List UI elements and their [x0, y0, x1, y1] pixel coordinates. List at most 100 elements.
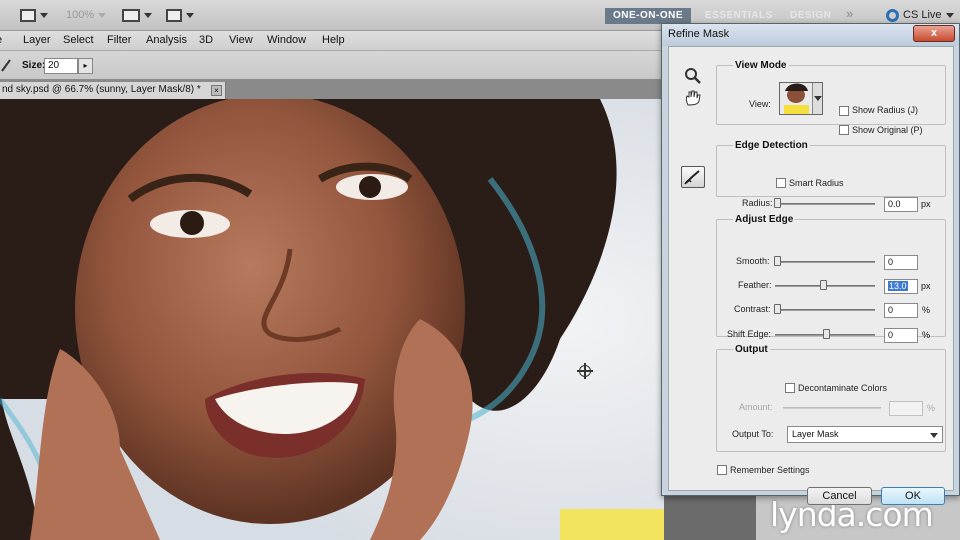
portrait-photo: [0, 99, 664, 540]
feather-input[interactable]: 13.0: [884, 279, 918, 294]
brush-cursor-icon: [577, 363, 593, 379]
edge-detection-group: Edge Detection: [716, 140, 946, 197]
launch-bridge-button[interactable]: [20, 6, 48, 24]
chevron-down-icon: [144, 12, 152, 18]
zoom-tool-icon[interactable]: [683, 67, 703, 85]
shift-edge-input[interactable]: 0: [884, 328, 918, 343]
amount-slider: [783, 407, 881, 409]
amount-input: [889, 401, 923, 416]
view-mode-title: View Mode: [733, 60, 789, 71]
radius-label: Radius:: [742, 198, 773, 208]
refine-mask-dialog: Refine Mask x View Mode View: Show Radiu…: [661, 23, 960, 505]
edge-detection-title: Edge Detection: [733, 140, 810, 151]
contrast-unit: %: [922, 305, 931, 315]
document-canvas[interactable]: [0, 99, 664, 540]
smooth-input[interactable]: 0: [884, 255, 918, 270]
output-title: Output: [733, 344, 770, 355]
decontaminate-colors-label: Decontaminate Colors: [798, 383, 888, 393]
refine-radius-tool-button[interactable]: [681, 166, 705, 188]
menu-help[interactable]: Help: [322, 34, 345, 46]
close-button[interactable]: x: [913, 25, 955, 42]
adjust-edge-title: Adjust Edge: [733, 214, 796, 225]
menu-image[interactable]: e: [0, 34, 2, 46]
contrast-input[interactable]: 0: [884, 303, 918, 318]
document-tab[interactable]: nd sky.psd @ 66.7% (sunny, Layer Mask/8)…: [0, 82, 226, 99]
output-to-value: Layer Mask: [792, 429, 839, 439]
radius-slider-thumb[interactable]: [774, 198, 781, 208]
chevron-down-icon: [945, 12, 954, 18]
dialog-title: Refine Mask: [668, 28, 730, 40]
show-original-checkbox[interactable]: [839, 125, 849, 135]
radius-unit: px: [921, 199, 931, 209]
amount-label: Amount:: [739, 402, 773, 412]
smart-radius-checkbox[interactable]: [776, 178, 786, 188]
view-thumbnail-image: [780, 83, 813, 114]
smooth-slider[interactable]: [775, 261, 875, 263]
chevron-down-icon: [930, 433, 938, 438]
menu-select[interactable]: Select: [63, 34, 94, 46]
size-popup-button[interactable]: ▸: [78, 58, 93, 74]
contrast-slider[interactable]: [775, 309, 875, 311]
amount-unit: %: [927, 403, 936, 413]
zoom-level-dropdown[interactable]: 100%: [66, 6, 107, 24]
cs-live-icon: [886, 8, 899, 22]
view-mode-picker[interactable]: [779, 82, 823, 115]
radius-input[interactable]: 0.0: [884, 197, 918, 212]
cs-live-button[interactable]: CS Live: [886, 6, 954, 24]
cancel-button[interactable]: Cancel: [807, 487, 872, 505]
document-title: nd sky.psd @ 66.7% (sunny, Layer Mask/8)…: [2, 84, 201, 95]
remember-settings-checkbox[interactable]: [717, 465, 727, 475]
feather-value: 13.0: [888, 281, 908, 291]
menu-analysis[interactable]: Analysis: [146, 34, 187, 46]
radius-slider[interactable]: [775, 203, 875, 205]
view-mode-group: View Mode: [716, 60, 946, 125]
size-input[interactable]: 20: [44, 58, 78, 74]
ok-button[interactable]: OK: [881, 487, 945, 505]
menu-layer[interactable]: Layer: [23, 34, 51, 46]
feather-label: Feather:: [738, 280, 772, 290]
decontaminate-colors-checkbox[interactable]: [785, 383, 795, 393]
show-radius-checkbox[interactable]: [839, 106, 849, 116]
arrange-documents-button[interactable]: [122, 6, 152, 24]
contrast-slider-thumb[interactable]: [774, 304, 781, 314]
arrange-icon: [122, 8, 140, 22]
smooth-label: Smooth:: [736, 256, 770, 266]
remember-settings-label: Remember Settings: [730, 465, 810, 475]
workspace-one-on-one[interactable]: ONE-ON-ONE: [605, 8, 691, 24]
smart-radius-label: Smart Radius: [789, 178, 844, 188]
close-tab-button[interactable]: ×: [211, 85, 222, 96]
show-radius-label: Show Radius (J): [852, 105, 919, 115]
output-to-select[interactable]: Layer Mask: [787, 426, 943, 443]
screen-mode-button[interactable]: [166, 6, 194, 24]
hand-tool-icon[interactable]: [683, 89, 703, 107]
more-workspaces-button[interactable]: »: [838, 6, 862, 22]
chevron-down-icon: [98, 12, 107, 18]
menu-view[interactable]: View: [229, 34, 253, 46]
dialog-body: View Mode View: Show Radius (J) Show Ori…: [668, 46, 954, 505]
feather-slider-thumb[interactable]: [820, 280, 827, 290]
chevron-down-icon: [814, 96, 822, 101]
dialog-titlebar[interactable]: Refine Mask x: [662, 24, 959, 46]
chevron-down-icon: [40, 12, 48, 18]
workspace-essentials[interactable]: ESSENTIALS: [697, 8, 781, 24]
feather-unit: px: [921, 281, 931, 291]
bridge-icon: [20, 8, 36, 22]
smooth-slider-thumb[interactable]: [774, 256, 781, 266]
show-original-label: Show Original (P): [852, 125, 923, 135]
refine-radius-brush-icon: [684, 170, 700, 185]
workspace-design[interactable]: DESIGN: [782, 8, 839, 24]
menu-filter[interactable]: Filter: [107, 34, 131, 46]
output-to-label: Output To:: [732, 429, 774, 439]
zoom-level: 100%: [66, 9, 95, 21]
menu-3d[interactable]: 3D: [199, 34, 213, 46]
shift-edge-slider-thumb[interactable]: [823, 329, 830, 339]
view-dropdown-button[interactable]: [812, 83, 822, 114]
menu-window[interactable]: Window: [267, 34, 306, 46]
shift-edge-label: Shift Edge:: [727, 329, 772, 339]
view-label: View:: [749, 99, 771, 109]
brush-icon[interactable]: [0, 57, 12, 73]
shift-edge-unit: %: [922, 330, 931, 340]
adjust-edge-group: Adjust Edge: [716, 214, 946, 337]
screen-mode-icon: [166, 8, 182, 22]
contrast-label: Contrast:: [734, 304, 771, 314]
